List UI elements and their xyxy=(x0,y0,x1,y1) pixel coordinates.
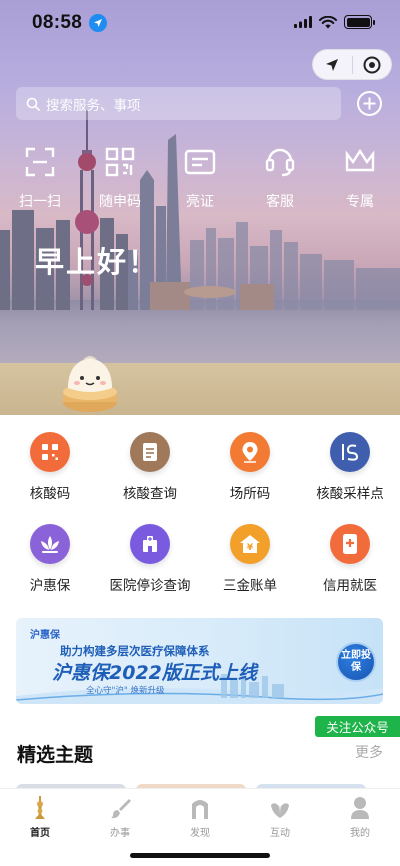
banner-subtitle: 全心守"沪" 焕新升级 xyxy=(86,686,165,696)
lotus-icon xyxy=(30,524,70,564)
quick-action-label: 专属 xyxy=(346,194,374,210)
service-hospital-suspension-query[interactable]: 医院停诊查询 xyxy=(100,524,200,612)
service-label: 医院停诊查询 xyxy=(109,578,191,594)
brush-icon xyxy=(107,795,133,821)
service-three-funds-bill[interactable]: ¥ 三金账单 xyxy=(200,524,300,612)
person-icon xyxy=(347,795,373,821)
quick-action-label: 扫一扫 xyxy=(19,194,61,210)
document-icon xyxy=(130,432,170,472)
tab-home[interactable]: 首页 xyxy=(0,789,80,866)
section-title: 精选主题 xyxy=(17,744,94,766)
quick-action-scan[interactable]: 扫一扫 xyxy=(0,145,80,211)
quick-action-show-id[interactable]: 亮证 xyxy=(160,145,240,211)
qr-code-icon xyxy=(30,432,70,472)
quick-actions: 扫一扫 随申码 亮证 客服 专属 xyxy=(0,145,400,211)
search-icon xyxy=(26,97,40,111)
tab-profile[interactable]: 我的 xyxy=(320,789,400,866)
id-card-icon xyxy=(183,145,217,179)
scan-icon xyxy=(23,145,57,179)
tab-label: 发现 xyxy=(190,828,210,839)
search-input[interactable]: 搜索服务、事项 xyxy=(16,87,341,120)
service-row: 沪惠保 医院停诊查询 ¥ 三金账单 信用就医 xyxy=(0,524,400,612)
service-nucleic-acid-code[interactable]: 核酸码 xyxy=(0,432,100,520)
search-placeholder: 搜索服务、事项 xyxy=(46,97,141,114)
quick-action-customer-service[interactable]: 客服 xyxy=(240,145,320,211)
status-time: 08:58 xyxy=(32,12,83,33)
location-arrow-icon xyxy=(89,14,107,32)
phone-medical-icon xyxy=(330,524,370,564)
hands-icon xyxy=(267,795,293,821)
service-venue-code[interactable]: 场所码 xyxy=(200,432,300,520)
sampling-site-icon xyxy=(330,432,370,472)
service-grid: 核酸码 核酸查询 场所码 核酸采样点 沪惠保 医院停诊查询 ¥ 三金账单 信用就… xyxy=(0,432,400,612)
tab-label: 我的 xyxy=(350,828,370,839)
follow-official-account-button[interactable]: 关注公众号 xyxy=(315,716,400,737)
service-row: 核酸码 核酸查询 场所码 核酸采样点 xyxy=(0,432,400,520)
quick-action-label: 客服 xyxy=(266,194,294,210)
location-pin-icon xyxy=(230,432,270,472)
more-link[interactable]: 更多 xyxy=(355,742,383,762)
add-button[interactable] xyxy=(357,91,382,116)
cellular-signal-icon xyxy=(294,16,312,28)
svg-text:¥: ¥ xyxy=(247,543,254,553)
city-skyline-image xyxy=(0,110,400,310)
greeting-text: 早上好！ xyxy=(35,245,160,279)
banner-brand: 沪惠保 xyxy=(30,630,60,641)
tab-label: 办事 xyxy=(110,828,130,839)
plus-icon xyxy=(363,97,376,110)
insure-now-button[interactable]: 立即投保 xyxy=(336,642,376,682)
gate-icon xyxy=(187,795,213,821)
service-label: 核酸查询 xyxy=(123,486,177,502)
close-target-icon[interactable] xyxy=(352,49,391,80)
house-yuan-icon: ¥ xyxy=(230,524,270,564)
wifi-icon xyxy=(319,15,337,28)
pagoda-icon xyxy=(27,795,53,821)
mini-program-capsule xyxy=(312,49,392,80)
status-bar: 08:58 xyxy=(0,0,400,46)
dumpling-mascot-icon xyxy=(63,356,117,412)
service-label: 信用就医 xyxy=(323,578,377,594)
quick-action-health-code[interactable]: 随申码 xyxy=(80,145,160,211)
qr-code-icon xyxy=(103,145,137,179)
promo-banner[interactable]: 沪惠保 助力构建多层次医疗保障体系 沪惠保2022版正式上线 全心守"沪" 焕新… xyxy=(16,618,383,704)
service-label: 场所码 xyxy=(229,486,271,502)
quick-action-label: 亮证 xyxy=(186,194,214,210)
banner-headline: 助力构建多层次医疗保障体系 xyxy=(60,644,210,658)
service-nucleic-acid-query[interactable]: 核酸查询 xyxy=(100,432,200,520)
hospital-icon xyxy=(130,524,170,564)
service-label: 核酸码 xyxy=(29,486,71,502)
status-indicators xyxy=(294,15,375,29)
quick-action-label: 随申码 xyxy=(99,194,141,210)
service-label: 沪惠保 xyxy=(29,578,71,594)
crown-icon xyxy=(343,145,377,179)
service-label: 三金账单 xyxy=(223,578,277,594)
service-hu-hui-bao[interactable]: 沪惠保 xyxy=(0,524,100,612)
hero-banner: 08:58 搜索服务、事项 扫一扫 随申码 亮证 客服 专属 早上好！ xyxy=(0,0,400,415)
tab-label: 互动 xyxy=(270,828,290,839)
service-sampling-site[interactable]: 核酸采样点 xyxy=(300,432,400,520)
headset-icon xyxy=(263,145,297,179)
service-credit-medical[interactable]: 信用就医 xyxy=(300,524,400,612)
banner-title: 沪惠保2022版正式上线 xyxy=(52,662,257,684)
tab-label: 首页 xyxy=(30,828,50,839)
home-indicator xyxy=(130,853,270,858)
quick-action-exclusive[interactable]: 专属 xyxy=(320,145,400,211)
navigation-arrow-icon[interactable] xyxy=(313,49,352,80)
battery-icon xyxy=(344,15,375,29)
service-label: 核酸采样点 xyxy=(316,486,384,502)
